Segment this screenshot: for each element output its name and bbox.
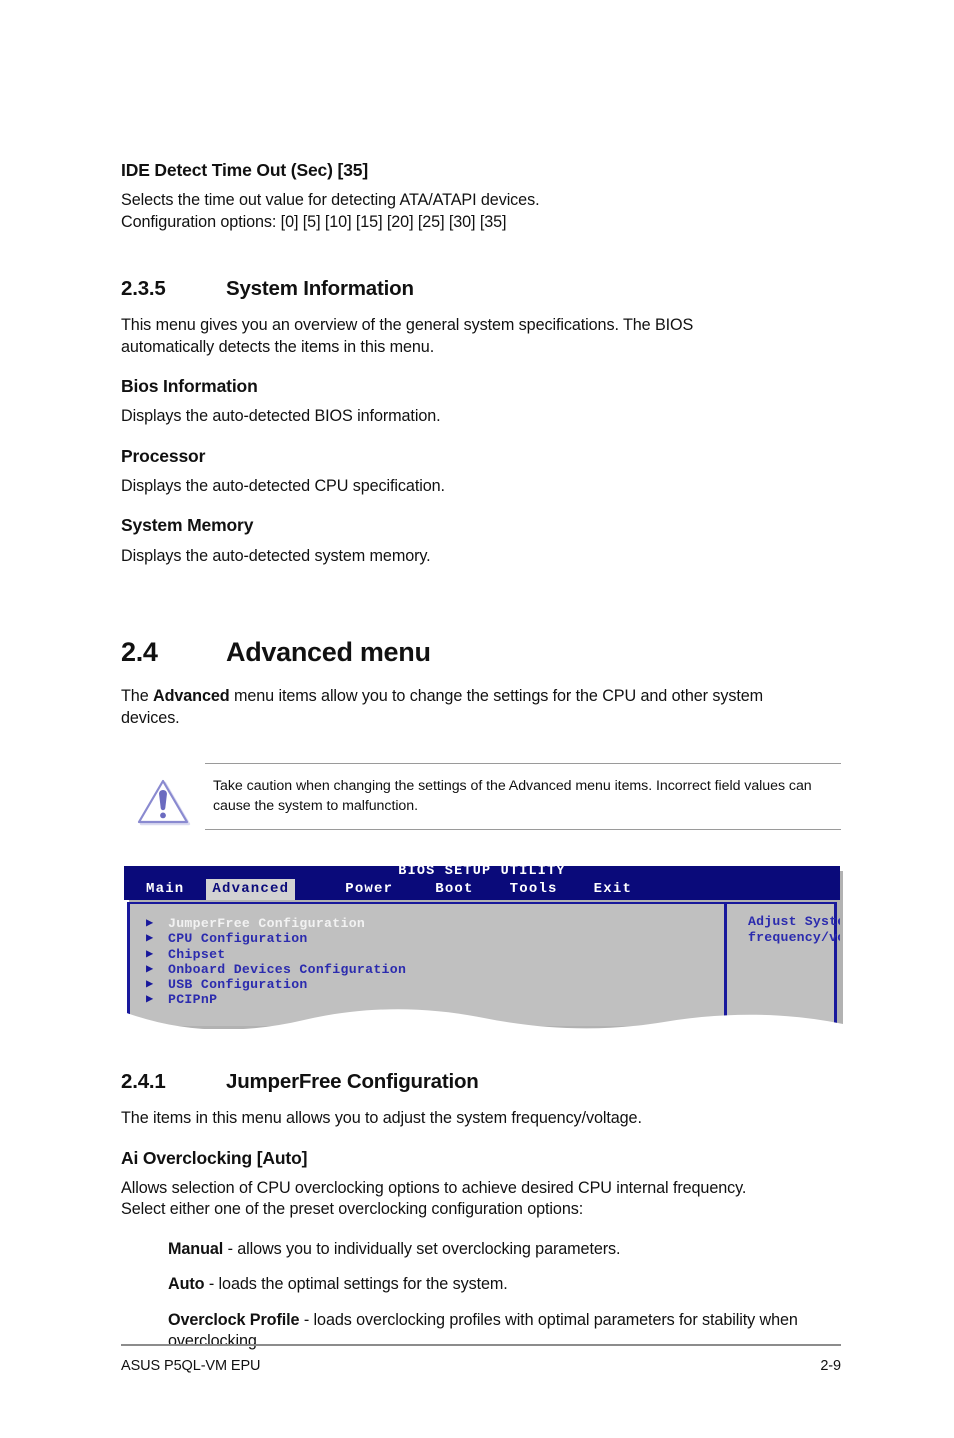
heading-ide-detect-time-out: IDE Detect Time Out (Sec) [35]: [121, 160, 369, 180]
ai-overclocking-line-2: Select either one of the preset overcloc…: [121, 1200, 584, 1219]
bios-menu-item-pcipnp[interactable]: ▶ PCIPnP: [146, 992, 406, 1007]
footer-page-number: 2-9: [820, 1358, 841, 1374]
triangle-right-icon: ▶: [146, 916, 154, 930]
section-2-3-5-intro: This menu gives you an overview of the g…: [121, 316, 694, 356]
intro-pre: The: [121, 687, 153, 705]
bios-menu-item-chipset[interactable]: ▶ Chipset: [146, 947, 406, 962]
caution-note-body: Take caution when changing the settings …: [205, 763, 841, 830]
ide-detect-line-1: Selects the time out value for detecting…: [121, 191, 540, 210]
caution-note-text: Take caution when changing the settings …: [213, 778, 812, 814]
bios-menu-item-label: JumperFree Configuration: [168, 916, 366, 931]
heading-2-3-5-number: 2.3.5: [121, 277, 166, 301]
bios-body-panel: ▶ JumperFree Configuration ▶ CPU Configu…: [127, 902, 840, 1026]
heading-2-4-number: 2.4: [121, 637, 158, 667]
heading-2-4-1: 2.4.1 JumperFree Configuration: [121, 1070, 841, 1094]
triangle-right-icon: ▶: [146, 977, 154, 992]
bios-information-text: Displays the auto-detected BIOS informat…: [121, 407, 441, 426]
bios-setup-screenshot: BIOS SETUP UTILITY Main Advanced Power B…: [124, 866, 843, 1034]
footer-divider: [121, 1344, 841, 1347]
heading-processor: Processor: [121, 445, 206, 466]
ide-detect-line-2: Configuration options: [0] [5] [10] [15]…: [121, 212, 507, 231]
bios-menu-item-label: USB Configuration: [168, 977, 308, 993]
triangle-right-icon: ▶: [146, 961, 154, 976]
bios-menu-item-label: PCIPnP: [168, 992, 218, 1008]
triangle-right-icon: ▶: [146, 931, 154, 946]
heading-2-4-1-number: 2.4.1: [121, 1070, 166, 1093]
option-term-overclock-profile: Overclock Profile: [168, 1310, 300, 1329]
option-term-auto: Auto: [168, 1275, 205, 1294]
bios-tab-tools[interactable]: Tools: [504, 879, 564, 900]
section-2-4-intro: The Advanced menu items allow you to cha…: [121, 686, 821, 729]
option-term-manual: Manual: [168, 1239, 224, 1258]
bios-menu-item-label: Chipset: [168, 946, 226, 962]
triangle-right-icon: ▶: [146, 946, 154, 961]
bios-panel-divider: [724, 904, 727, 1026]
section-2-4-1-intro: The items in this menu allows you to adj…: [121, 1109, 642, 1127]
processor-text: Displays the auto-detected CPU specifica…: [121, 476, 445, 495]
bios-tab-main[interactable]: Main: [140, 879, 190, 900]
option-desc: - loads the optimal settings for the sys…: [204, 1275, 508, 1294]
page-content: IDE Detect Time Out (Sec) [35] Selects t…: [121, 160, 843, 1367]
bios-menu-item-usb-configuration[interactable]: ▶ USB Configuration: [146, 977, 406, 992]
heading-2-4-1-title: JumperFree Configuration: [226, 1070, 479, 1093]
heading-2-3-5: 2.3.5 System Information: [121, 277, 841, 301]
heading-2-4-title: Advanced menu: [226, 637, 431, 667]
option-desc: - allows you to individually set overclo…: [223, 1239, 621, 1258]
bios-utility-title: BIOS SETUP UTILITY: [398, 866, 566, 879]
heading-ai-overclocking: Ai Overclocking [Auto]: [121, 1147, 308, 1168]
document-page: IDE Detect Time Out (Sec) [35] Selects t…: [0, 0, 954, 1438]
bios-tab-boot[interactable]: Boot: [429, 879, 479, 900]
bios-menu-item-onboard-devices-configuration[interactable]: ▶ Onboard Devices Configuration: [146, 962, 406, 977]
list-item: Manual - allows you to individually set …: [168, 1239, 841, 1261]
system-memory-text: Displays the auto-detected system memory…: [121, 546, 431, 565]
bios-tab-advanced[interactable]: Advanced: [206, 879, 296, 900]
warning-triangle-icon: [121, 763, 205, 827]
heading-2-4: 2.4 Advanced menu: [121, 637, 841, 668]
footer-product-name: ASUS P5QL-VM EPU: [121, 1358, 261, 1374]
bios-screenshot-frame: BIOS SETUP UTILITY Main Advanced Power B…: [124, 866, 840, 1026]
bios-menu-item-jumperfree-configuration[interactable]: ▶ JumperFree Configuration: [146, 916, 406, 931]
bios-menu-item-label: CPU Configuration: [168, 931, 308, 947]
heading-system-memory: System Memory: [121, 515, 254, 536]
bios-tab-power[interactable]: Power: [339, 879, 399, 900]
triangle-right-icon: ▶: [146, 992, 154, 1007]
intro-bold: Advanced: [153, 687, 230, 705]
bios-help-text: Adjust System frequency/voltage.: [748, 914, 840, 945]
caution-note: Take caution when changing the settings …: [121, 763, 841, 830]
heading-2-3-5-title: System Information: [226, 277, 414, 301]
list-item: Auto - loads the optimal settings for th…: [168, 1274, 841, 1296]
overclocking-options-list: Manual - allows you to individually set …: [168, 1239, 841, 1353]
bios-menu-item-label: Onboard Devices Configuration: [168, 961, 407, 977]
ai-overclocking-line-1: Allows selection of CPU overclocking opt…: [121, 1178, 747, 1197]
heading-bios-information: Bios Information: [121, 376, 258, 397]
page-footer: ASUS P5QL-VM EPU 2-9: [121, 1358, 841, 1374]
bios-menu-list: ▶ JumperFree Configuration ▶ CPU Configu…: [146, 916, 406, 1008]
bios-menu-tabs: Main Advanced Power Boot Tools Exit: [124, 879, 638, 900]
bios-menu-item-cpu-configuration[interactable]: ▶ CPU Configuration: [146, 931, 406, 946]
bios-tab-exit[interactable]: Exit: [588, 879, 638, 900]
